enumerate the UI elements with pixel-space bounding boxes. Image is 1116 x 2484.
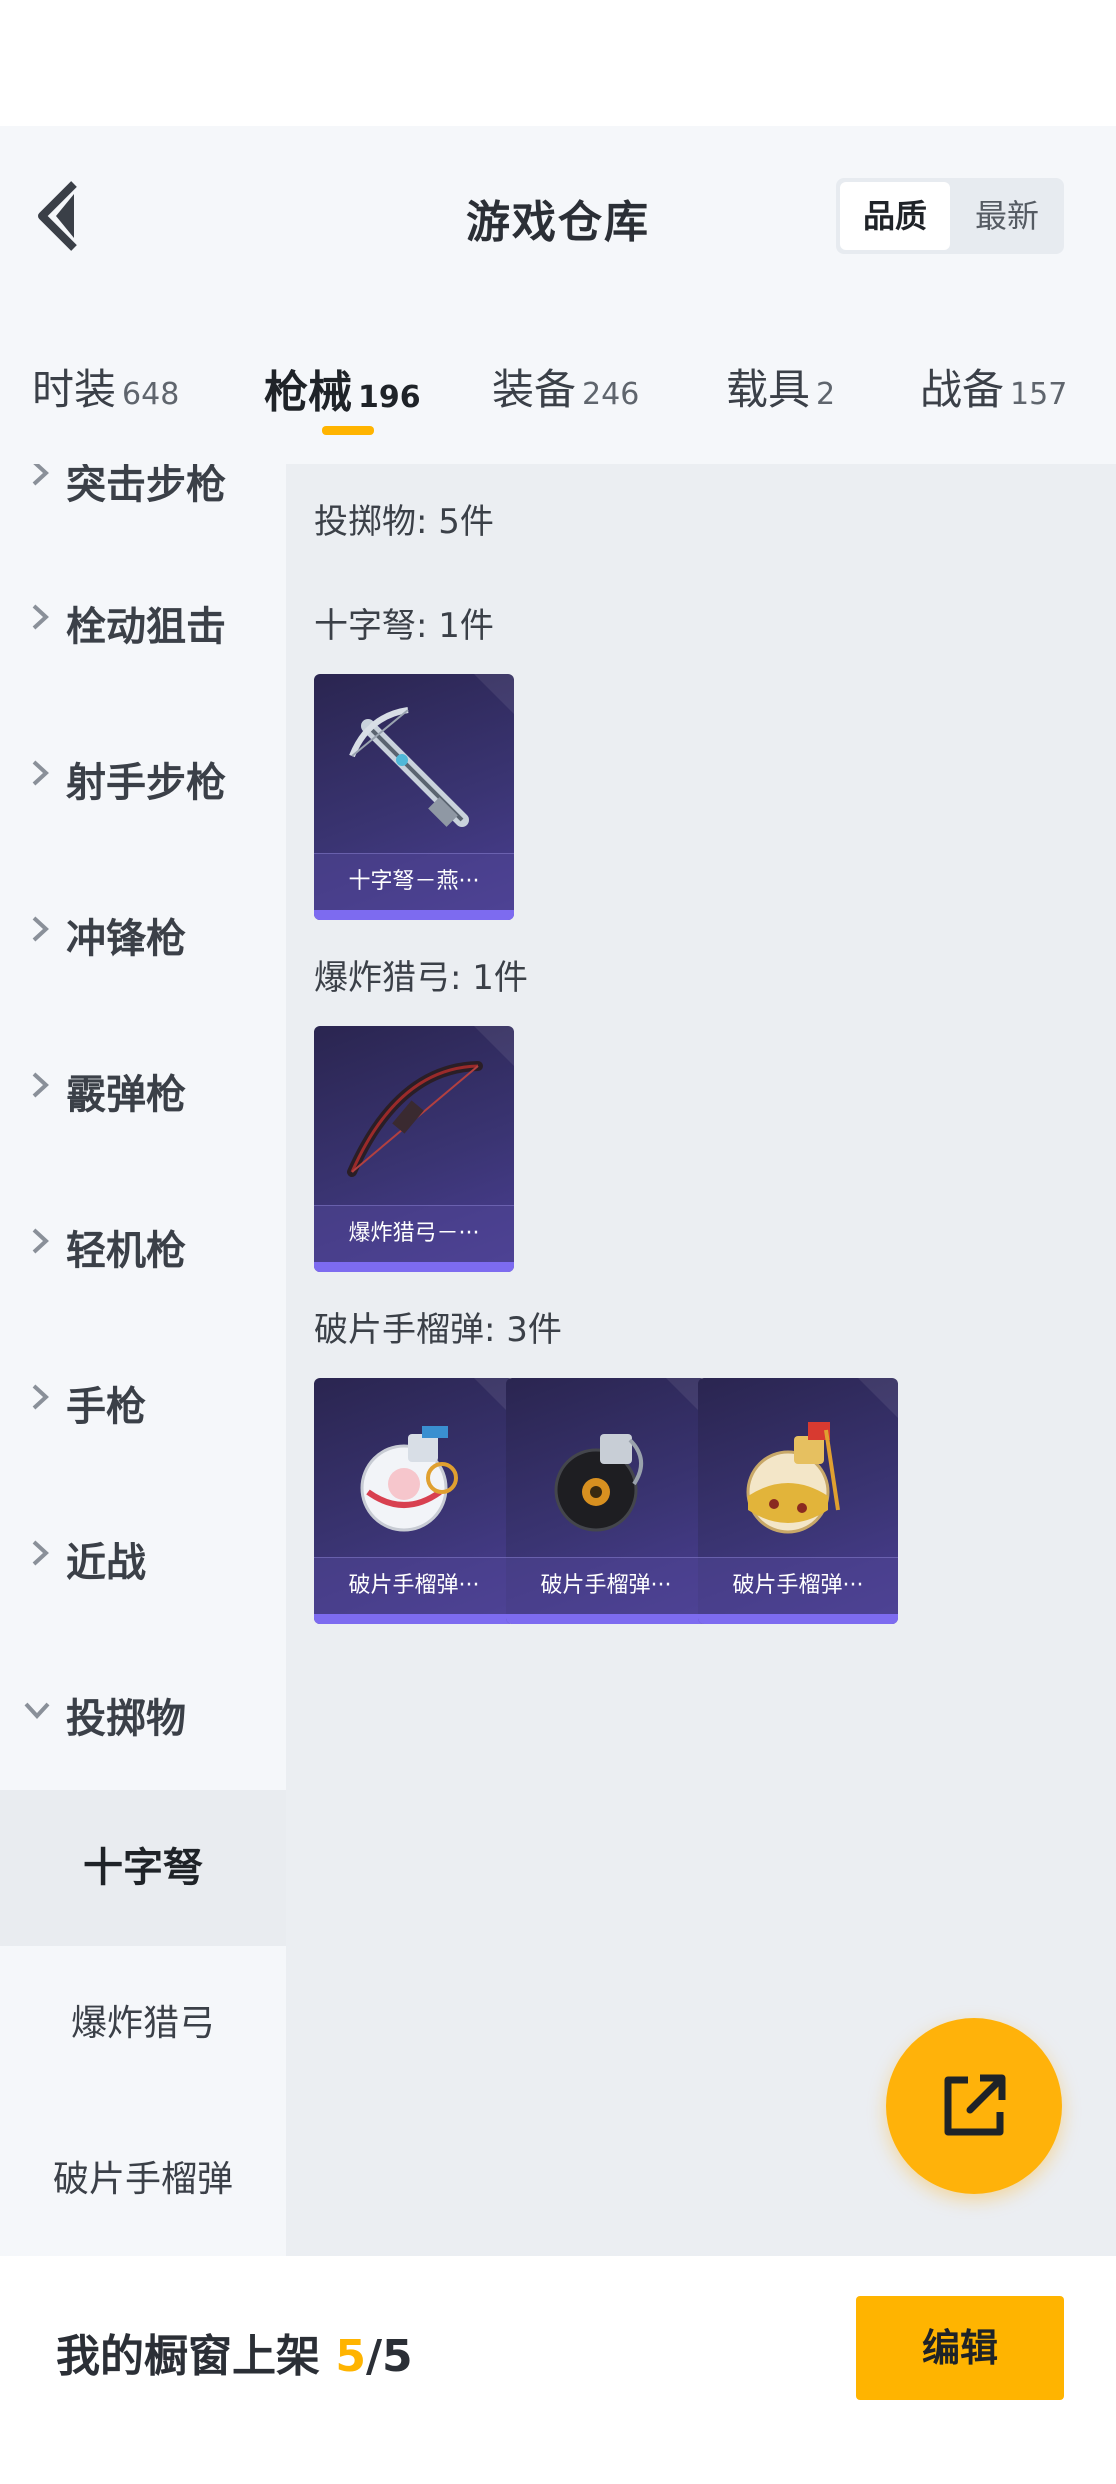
tab-equipment[interactable]: 装备 246 [492,356,639,417]
chevron-right-icon [32,760,49,786]
tab-count: 2 [816,377,836,412]
sidebar-subitem-crossbow[interactable]: 十字弩 [0,1790,286,1946]
rarity-bar [314,910,514,920]
tab-combat-gear[interactable]: 战备 157 [920,356,1067,417]
sidebar-item-pistol[interactable]: 手枪 [0,1322,286,1478]
item-grid-panel: 投掷物: 5件 十字弩: 1件 十字弩－燕··· 爆炸猎弓: 1件 爆炸猎弓－·… [286,464,1116,2256]
grenade-gold-icon [746,1422,840,1534]
grenade-white-icon [360,1426,458,1532]
sidebar-subitem-label: 爆炸猎弓 [70,2003,215,2044]
item-name: 破片手榴弹··· [698,1557,898,1614]
sidebar-item-label: 投掷物 [66,1696,186,1742]
rarity-bar [506,1614,706,1624]
item-card[interactable]: 破片手榴弹··· [314,1378,514,1624]
showcase-label: 我的橱窗上架 [56,2331,336,2382]
chevron-right-icon [32,916,49,942]
tab-firearms[interactable]: 枪械 196 [264,356,421,420]
tab-count: 648 [122,377,180,412]
status-bar [0,0,1116,126]
bow-icon [347,1061,483,1177]
sidebar-item-melee[interactable]: 近战 [0,1478,286,1634]
sidebar-item-label: 冲锋枪 [66,916,186,962]
sort-newest-button[interactable]: 最新 [954,182,1060,250]
tab-label: 载具 [726,365,811,414]
group-heading: 破片手榴弹: 3件 [314,1310,562,1350]
sidebar-subitem-explosive-bow[interactable]: 爆炸猎弓 [0,1946,286,2102]
rarity-bar [314,1614,514,1624]
active-tab-indicator [322,426,374,435]
chevron-right-icon [32,1540,49,1566]
sidebar-item-label: 近战 [66,1540,146,1586]
showcase-bar: 我的橱窗上架 5/5 编辑 [0,2256,1116,2484]
item-card[interactable]: 破片手榴弹··· [698,1378,898,1624]
sidebar-item-label: 射手步枪 [66,760,226,806]
item-name: 爆炸猎弓－··· [314,1205,514,1262]
sidebar-subitem-label: 破片手榴弹 [52,2159,233,2200]
sidebar-subitem-label: 十字弩 [83,1845,203,1891]
item-card[interactable]: 十字弩－燕··· [314,674,514,920]
sidebar-subitem-frag-grenade[interactable]: 破片手榴弹 [0,2102,286,2256]
sidebar-item-label: 霰弹枪 [66,1072,186,1118]
grenade-black-icon [554,1434,643,1532]
sidebar-item-lmg[interactable]: 轻机枪 [0,1166,286,1322]
sort-quality-button[interactable]: 品质 [840,182,950,250]
sidebar: 突击步枪 栓动狙击 射手步枪 冲锋枪 霰弹枪 轻机枪 手枪 近战 投掷物 十字弩… [0,464,286,2256]
tab-label: 装备 [492,365,577,414]
chevron-down-icon [24,1702,50,1719]
chevron-right-icon [32,1228,49,1254]
rarity-bar [314,1262,514,1272]
item-card[interactable]: 破片手榴弹··· [506,1378,706,1624]
sidebar-item-throwables[interactable]: 投掷物 [0,1634,286,1790]
chevron-right-icon [32,464,49,486]
group-heading: 爆炸猎弓: 1件 [314,958,528,998]
tab-count: 196 [358,380,421,415]
sidebar-item-shotgun[interactable]: 霰弹枪 [0,1010,286,1166]
tab-label: 战备 [920,365,1005,414]
tab-count: 157 [1010,377,1068,412]
showcase-total: /5 [365,2331,413,2382]
sidebar-item-label: 突击步枪 [66,464,226,508]
sidebar-item-smg[interactable]: 冲锋枪 [0,854,286,1010]
category-tabs: 时装 648 枪械 196 装备 246 载具 2 战备 157 [0,336,1116,446]
edit-button[interactable]: 编辑 [856,2296,1064,2400]
crossbow-icon [349,707,469,827]
item-card[interactable]: 爆炸猎弓－··· [314,1026,514,1272]
sidebar-item-label: 栓动狙击 [66,604,226,650]
showcase-status: 我的橱窗上架 5/5 [56,2320,413,2384]
tab-label: 枪械 [264,367,352,418]
share-button[interactable] [886,2018,1062,2194]
item-name: 十字弩－燕··· [314,853,514,910]
sidebar-item-label: 轻机枪 [66,1228,186,1274]
chevron-right-icon [32,604,49,630]
sort-toggle: 品质 最新 [836,178,1064,254]
tab-vehicles[interactable]: 载具 2 [726,356,835,417]
sidebar-item-label: 手枪 [66,1384,146,1430]
rarity-bar [698,1614,898,1624]
tab-fashion[interactable]: 时装 648 [32,356,179,417]
summary-count: 投掷物: 5件 [314,502,494,542]
tab-count: 246 [582,377,640,412]
share-external-icon [944,2074,1006,2136]
group-heading: 十字弩: 1件 [314,606,494,646]
chevron-right-icon [32,1384,49,1410]
tab-label: 时装 [32,365,117,414]
item-name: 破片手榴弹··· [506,1557,706,1614]
chevron-right-icon [32,1072,49,1098]
item-name: 破片手榴弹··· [314,1557,514,1614]
showcase-current-count: 5 [335,2331,366,2382]
sidebar-item-marksman-rifle[interactable]: 射手步枪 [0,698,286,854]
sidebar-item-bolt-sniper[interactable]: 栓动狙击 [0,542,286,698]
